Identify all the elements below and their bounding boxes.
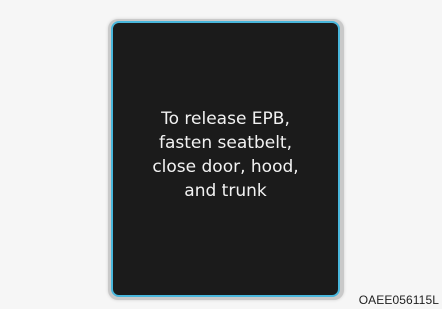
cluster-display-screen: To release EPB, fasten seatbelt, close d… <box>111 21 340 297</box>
figure-stage: To release EPB, fasten seatbelt, close d… <box>0 0 442 309</box>
message-line-2: fasten seatbelt, <box>158 133 292 153</box>
message-line-3: close door, hood, <box>152 157 299 177</box>
figure-code-label: OAEE056115L <box>358 293 439 307</box>
message-line-4: and trunk <box>184 181 267 201</box>
message-line-1: To release EPB, <box>161 109 290 129</box>
epb-warning-message: To release EPB, fasten seatbelt, close d… <box>126 107 326 203</box>
